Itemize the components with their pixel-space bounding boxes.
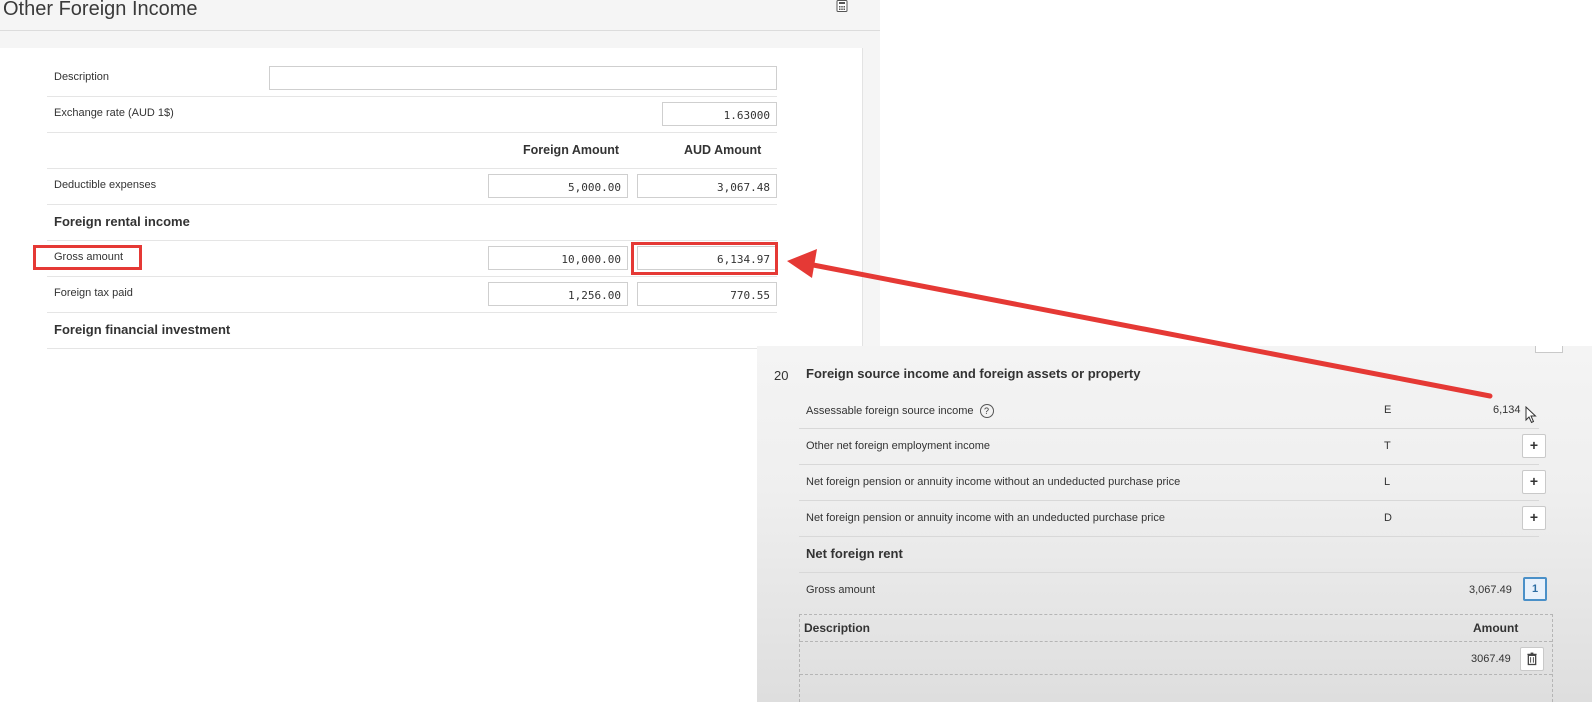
deductible-expenses-row: Deductible expenses 5,000.00 3,067.48 <box>47 168 777 205</box>
rental-income-heading: Foreign rental income <box>54 214 190 229</box>
add-pension-with-button[interactable]: + <box>1522 506 1546 530</box>
gross-amount-label-highlight <box>33 245 142 270</box>
assessable-income-code: E <box>1384 404 1392 416</box>
gross-amount-aud-highlight <box>631 242 778 275</box>
employment-income-code: T <box>1384 440 1391 452</box>
gross-amount-detail-table: Description Amount 3067.49 <box>799 614 1553 702</box>
other-foreign-income-panel: Other Foreign Income Description Exchang… <box>0 0 880 356</box>
assessable-income-label: Assessable foreign source income? <box>806 404 994 418</box>
rent-gross-amount-row: Gross amount 3,067.49 1 <box>799 572 1547 608</box>
tax-return-panel: 20 Foreign source income and foreign ass… <box>757 346 1592 702</box>
detail-description-header: Description <box>804 621 871 635</box>
net-foreign-rent-section: Net foreign rent <box>799 536 1539 573</box>
gross-amount-foreign-field[interactable]: 10,000.00 <box>488 246 628 270</box>
aud-amount-header: AUD Amount <box>684 143 762 157</box>
financial-investment-section: Foreign financial investment <box>47 312 777 349</box>
table-row: 3067.49 <box>800 642 1552 675</box>
foreign-tax-paid-foreign-field[interactable]: 1,256.00 <box>488 282 628 306</box>
net-foreign-rent-heading: Net foreign rent <box>806 546 903 561</box>
deductible-expenses-aud-field[interactable]: 3,067.48 <box>637 174 777 198</box>
rent-gross-count-badge[interactable]: 1 <box>1523 577 1547 601</box>
trash-icon[interactable] <box>1520 647 1544 671</box>
column-header-row: Foreign Amount AUD Amount <box>47 132 777 169</box>
previous-add-button[interactable] <box>1535 346 1563 353</box>
question-title: Foreign source income and foreign assets… <box>806 366 1141 381</box>
detail-table-header: Description Amount <box>800 615 1552 642</box>
description-row: Description <box>47 60 777 97</box>
foreign-tax-paid-label: Foreign tax paid <box>54 287 133 299</box>
calculator-icon[interactable] <box>836 0 848 12</box>
detail-amount-value: 3067.49 <box>1471 653 1511 665</box>
foreign-amount-header: Foreign Amount <box>523 143 620 157</box>
exchange-rate-label: Exchange rate (AUD 1$) <box>54 107 174 119</box>
pension-without-row: Net foreign pension or annuity income wi… <box>799 464 1546 501</box>
question-number: 20 <box>774 368 789 383</box>
pension-with-row: Net foreign pension or annuity income wi… <box>799 500 1546 537</box>
page-title: Other Foreign Income <box>3 0 198 20</box>
pension-without-code: L <box>1384 476 1391 488</box>
financial-investment-heading: Foreign financial investment <box>54 322 231 337</box>
deductible-expenses-foreign-field[interactable]: 5,000.00 <box>488 174 628 198</box>
title-divider <box>0 30 880 31</box>
rent-gross-amount-value: 3,067.49 <box>1469 584 1512 596</box>
add-pension-without-button[interactable]: + <box>1522 470 1546 494</box>
pension-with-label: Net foreign pension or annuity income wi… <box>806 512 1165 524</box>
add-employment-income-button[interactable]: + <box>1522 434 1546 458</box>
description-label: Description <box>54 71 110 83</box>
pension-without-label: Net foreign pension or annuity income wi… <box>806 476 1181 488</box>
pension-with-code: D <box>1384 512 1392 524</box>
rent-gross-amount-label: Gross amount <box>806 584 876 596</box>
deductible-expenses-label: Deductible expenses <box>54 179 157 191</box>
description-field[interactable] <box>269 66 777 90</box>
help-icon[interactable]: ? <box>979 404 994 418</box>
mouse-cursor-icon <box>1525 406 1537 424</box>
employment-income-label: Other net foreign employment income <box>806 440 991 452</box>
rental-income-section: Foreign rental income <box>47 204 777 241</box>
foreign-tax-paid-aud-field[interactable]: 770.55 <box>637 282 777 306</box>
foreign-tax-paid-row: Foreign tax paid 1,256.00 770.55 <box>47 276 777 313</box>
exchange-rate-field[interactable]: 1.63000 <box>662 102 777 126</box>
detail-amount-header: Amount <box>1473 621 1519 635</box>
employment-income-row: Other net foreign employment income T + <box>799 428 1546 465</box>
form-card: Description Exchange rate (AUD 1$) 1.630… <box>0 48 863 356</box>
assessable-income-row: Assessable foreign source income? E 6,13… <box>799 392 1539 429</box>
assessable-income-value: 6,134 <box>1493 404 1521 416</box>
exchange-rate-row: Exchange rate (AUD 1$) 1.63000 <box>47 96 777 133</box>
